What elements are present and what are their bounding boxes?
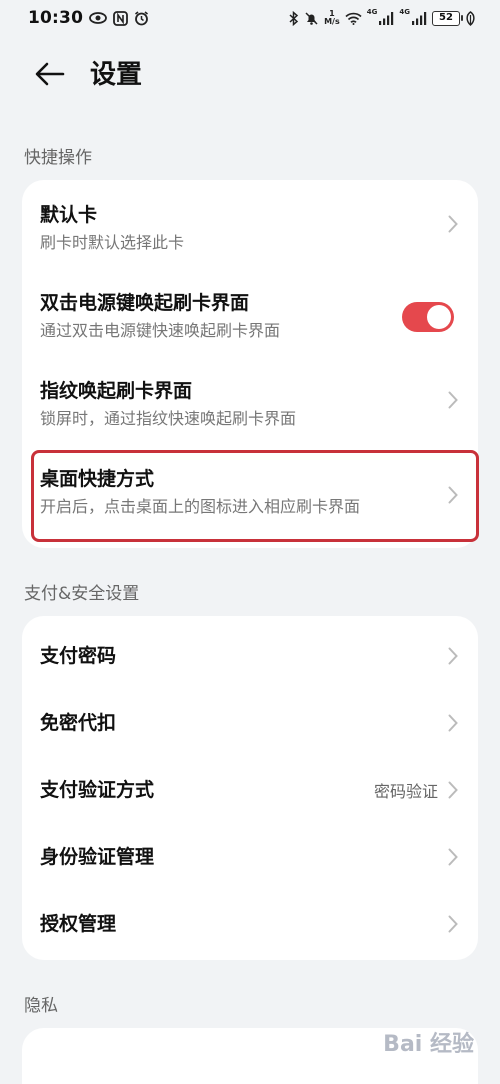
bluetooth-icon: [289, 10, 299, 26]
app-header: 设置: [0, 52, 500, 98]
item-subtitle: 刷卡时默认选择此卡: [40, 233, 185, 252]
signal-icon: [379, 11, 394, 25]
chevron-right-icon: [446, 846, 460, 868]
item-title: 桌面快捷方式: [40, 468, 155, 490]
list-item-fingerprint[interactable]: 指纹唤起刷卡界面 锁屏时，通过指纹快速唤起刷卡界面: [22, 356, 478, 444]
chevron-right-icon: [446, 712, 460, 734]
list-item-authorization[interactable]: 授权管理: [22, 890, 478, 957]
item-title: 授权管理: [40, 912, 117, 935]
section-title-privacy: 隐私: [24, 996, 58, 1016]
list-item-payment-password[interactable]: 支付密码: [22, 622, 478, 689]
double-click-power-toggle[interactable]: [402, 302, 454, 332]
item-title: 默认卡: [40, 204, 98, 226]
status-time: 10:30: [28, 8, 84, 28]
item-title: 免密代扣: [40, 711, 117, 734]
eye-icon: [89, 12, 108, 24]
back-button[interactable]: [32, 58, 68, 94]
quick-actions-card: 默认卡 刷卡时默认选择此卡 双击电源键唤起刷卡界面 通过双击电源键快速唤起刷卡界…: [22, 180, 478, 548]
item-title: 支付密码: [40, 644, 117, 667]
leaf-icon: [465, 10, 476, 26]
toggle-knob: [427, 305, 451, 329]
item-title: 支付验证方式: [40, 778, 155, 801]
network-type-1: 4G: [366, 8, 378, 16]
network-type-2: 4G: [399, 8, 410, 16]
network-speed: 1 M/s: [324, 9, 340, 26]
wifi-icon: [345, 12, 362, 25]
list-item-payment-verification[interactable]: 支付验证方式 密码验证: [22, 756, 478, 823]
list-item-desktop-shortcut[interactable]: 桌面快捷方式 开启后，点击桌面上的图标进入相应刷卡界面: [22, 444, 478, 542]
list-item-default-card[interactable]: 默认卡 刷卡时默认选择此卡: [22, 180, 478, 268]
signal-icon: [412, 11, 427, 25]
page-title: 设置: [90, 60, 143, 90]
baidu-watermark: Bai 经验: [383, 1026, 474, 1058]
list-item-auto-debit[interactable]: 免密代扣: [22, 689, 478, 756]
item-subtitle: 通过双击电源键快速唤起刷卡界面: [40, 321, 281, 340]
arrow-left-icon: [35, 62, 65, 90]
chevron-right-icon: [446, 484, 460, 506]
nfc-icon: [113, 10, 129, 26]
item-value: 密码验证: [373, 781, 438, 801]
battery-indicator: 52: [432, 10, 463, 26]
item-title: 指纹唤起刷卡界面: [40, 380, 193, 402]
list-item-identity-verification[interactable]: 身份验证管理: [22, 823, 478, 890]
chevron-right-icon: [446, 389, 460, 411]
watermark-text: Bai 经验: [383, 1032, 474, 1057]
chevron-right-icon: [446, 913, 460, 935]
alarm-icon: [134, 10, 149, 26]
status-bar: 10:30 1 M/s 4G 4G 52: [0, 0, 500, 36]
mute-icon: [304, 11, 319, 26]
chevron-right-icon: [446, 645, 460, 667]
item-title: 双击电源键唤起刷卡界面: [40, 292, 250, 314]
chevron-right-icon: [446, 779, 460, 801]
item-subtitle: 开启后，点击桌面上的图标进入相应刷卡界面: [40, 497, 361, 516]
item-title: 身份验证管理: [40, 845, 155, 868]
chevron-right-icon: [446, 213, 460, 235]
section-title-quick: 快捷操作: [24, 148, 92, 168]
item-subtitle: 锁屏时，通过指纹快速唤起刷卡界面: [40, 409, 297, 428]
list-item-double-click-power: 双击电源键唤起刷卡界面 通过双击电源键快速唤起刷卡界面: [22, 268, 478, 356]
payment-security-card: 支付密码 免密代扣 支付验证方式 密码验证 身份验证管理 授权管理: [22, 616, 478, 960]
section-title-payment: 支付&安全设置: [24, 584, 140, 604]
